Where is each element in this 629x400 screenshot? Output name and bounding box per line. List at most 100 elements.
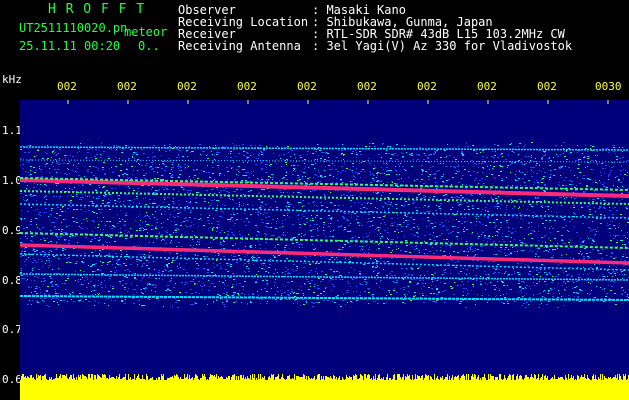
noise-pixel — [144, 273, 145, 274]
noise-pixel — [351, 181, 353, 182]
noise-pixel — [318, 155, 319, 156]
noise-pixel — [612, 276, 613, 277]
noise-pixel — [483, 245, 485, 246]
noise-pixel — [619, 190, 620, 191]
noise-pixel — [233, 279, 235, 280]
noise-pixel — [608, 152, 609, 153]
noise-pixel — [287, 209, 288, 210]
noise-pixel — [153, 161, 154, 162]
noise-pixel — [472, 208, 474, 209]
noise-pixel — [344, 213, 346, 214]
noise-pixel — [563, 272, 564, 273]
noise-pixel — [416, 245, 417, 246]
noise-pixel — [517, 297, 518, 298]
noise-pixel — [422, 293, 424, 294]
noise-pixel — [487, 216, 489, 217]
noise-pixel — [316, 175, 317, 176]
noise-pixel — [258, 257, 260, 258]
noise-pixel — [490, 165, 491, 166]
noise-pixel — [615, 275, 616, 276]
noise-pixel — [342, 247, 344, 248]
noise-pixel — [174, 210, 175, 211]
noise-pixel — [183, 221, 185, 222]
noise-pixel — [25, 292, 26, 293]
noise-pixel — [262, 201, 263, 202]
noise-pixel — [49, 250, 51, 251]
noise-pixel — [113, 217, 114, 218]
noise-pixel — [162, 187, 163, 188]
noise-pixel — [65, 232, 67, 233]
noise-pixel — [119, 264, 121, 265]
noise-pixel — [351, 238, 353, 239]
noise-pixel — [255, 164, 257, 165]
noise-pixel — [257, 214, 259, 215]
noise-pixel — [574, 213, 575, 214]
noise-pixel — [370, 221, 372, 222]
noise-pixel — [242, 169, 244, 170]
noise-pixel — [270, 207, 271, 208]
noise-pixel — [397, 179, 399, 180]
noise-pixel — [557, 297, 559, 298]
noise-pixel — [334, 229, 335, 230]
noise-pixel — [262, 280, 264, 281]
noise-pixel — [302, 299, 304, 300]
noise-pixel — [505, 271, 507, 272]
noise-pixel — [207, 270, 209, 271]
noise-pixel — [233, 256, 235, 257]
noise-pixel — [421, 179, 423, 180]
noise-pixel — [158, 272, 160, 273]
noise-pixel — [561, 166, 563, 167]
noise-pixel — [306, 222, 308, 223]
noise-pixel — [445, 220, 446, 221]
noise-pixel — [347, 231, 349, 232]
noise-pixel — [20, 218, 22, 219]
noise-pixel — [215, 210, 217, 211]
noise-pixel — [299, 227, 301, 228]
noise-pixel — [448, 221, 449, 222]
noise-pixel — [612, 221, 613, 222]
noise-pixel — [161, 227, 163, 228]
noise-pixel — [500, 222, 502, 223]
noise-pixel — [70, 202, 72, 203]
noise-pixel — [469, 171, 470, 172]
noise-pixel — [597, 227, 598, 228]
noise-pixel — [297, 301, 298, 302]
noise-pixel — [302, 176, 303, 177]
noise-pixel — [246, 152, 248, 153]
noise-pixel — [332, 203, 333, 204]
file-name: UT2511110020.pn — [19, 21, 128, 35]
noise-pixel — [37, 209, 38, 210]
noise-pixel — [124, 276, 126, 277]
noise-pixel — [599, 275, 600, 276]
noise-pixel — [504, 297, 506, 298]
noise-pixel — [436, 289, 438, 290]
noise-pixel — [608, 179, 609, 180]
noise-pixel — [589, 209, 591, 210]
noise-pixel — [141, 292, 142, 293]
noise-pixel — [88, 283, 89, 284]
noise-pixel — [347, 220, 349, 221]
noise-pixel — [568, 148, 570, 149]
noise-pixel — [207, 165, 208, 166]
noise-pixel — [370, 182, 372, 183]
noise-pixel — [504, 273, 505, 274]
noise-pixel — [470, 248, 471, 249]
noise-pixel — [185, 168, 186, 169]
noise-pixel — [60, 236, 61, 237]
noise-pixel — [109, 194, 111, 195]
noise-pixel — [465, 161, 466, 162]
noise-pixel — [523, 298, 524, 299]
noise-pixel — [99, 270, 101, 271]
noise-pixel — [245, 254, 246, 255]
noise-pixel — [145, 173, 147, 174]
noise-pixel — [283, 235, 284, 236]
noise-pixel — [187, 259, 188, 260]
noise-pixel — [31, 207, 32, 208]
noise-pixel — [107, 202, 108, 203]
noise-pixel — [511, 237, 512, 238]
noise-pixel — [389, 193, 391, 194]
noise-pixel — [417, 233, 419, 234]
noise-pixel — [44, 298, 46, 299]
noise-pixel — [325, 278, 326, 279]
noise-pixel — [293, 207, 294, 208]
